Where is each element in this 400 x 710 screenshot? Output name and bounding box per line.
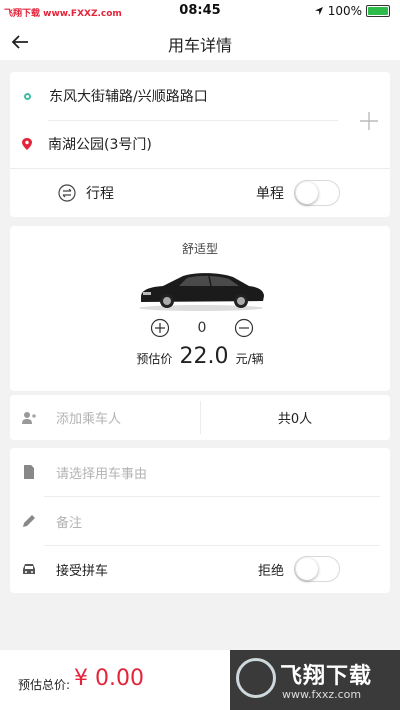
estimated-price: 预估价 22.0 元/辆 [10, 344, 390, 369]
total-value: ¥ 0.00 [74, 666, 144, 691]
note-placeholder: 备注 [56, 515, 83, 531]
start-point-icon [24, 92, 31, 100]
passenger-count: 共0人 [200, 395, 390, 440]
document-icon [24, 465, 34, 479]
reject-label: 拒绝 [257, 563, 284, 579]
carpool-toggle[interactable] [294, 556, 340, 582]
watermark-url: www.fxxz.com [282, 688, 362, 701]
one-way-toggle[interactable] [294, 180, 340, 206]
minus-circle-icon[interactable] [234, 318, 254, 338]
footer-bar: 预估总价: ¥ 0.00 飞翔下载 www.fxxz.com [0, 650, 400, 710]
divider [10, 168, 390, 169]
watermark-text: 飞翔下载 [280, 664, 373, 689]
navigation-bar: 用车详情 [0, 24, 400, 60]
trip-details-form: 请选择用车事由 备注 接受拼车 拒绝 [10, 448, 390, 593]
status-indicators: 100% [314, 4, 390, 18]
divider [48, 120, 338, 121]
car-type-card: 舒适型 0 预估价 22.0 元/辆 [10, 226, 390, 391]
add-passenger-row[interactable]: 添加乘车人 [10, 395, 200, 440]
swap-arrows-icon [58, 184, 76, 202]
quantity-value: 0 [197, 320, 207, 336]
watermark-logo [236, 658, 276, 698]
carpool-row: 接受拼车 拒绝 [10, 546, 390, 592]
passenger-card: 添加乘车人 共0人 [10, 395, 390, 440]
total-label: 预估总价: [18, 678, 71, 692]
end-address: 南湖公园(3号门) [48, 137, 152, 153]
note-row[interactable]: 备注 [10, 497, 390, 545]
submit-button[interactable]: 飞翔下载 www.fxxz.com [230, 650, 400, 710]
location-arrow-icon [314, 7, 323, 15]
quantity-stepper: 0 [150, 318, 254, 338]
passenger-count-text: 共0人 [277, 412, 313, 427]
start-address: 东风大街辅路/兴顺路路口 [49, 89, 208, 105]
trip-row: 行程 单程 [10, 176, 390, 210]
one-way-label: 单程 [256, 186, 284, 202]
map-pin-icon [22, 138, 32, 150]
start-address-row[interactable]: 东风大街辅路/兴顺路路口 [10, 84, 390, 108]
toggle-knob [296, 182, 318, 204]
car-image [139, 273, 264, 311]
price-label: 预估价 [136, 352, 173, 366]
reason-row[interactable]: 请选择用车事由 [10, 448, 390, 496]
page-title: 用车详情 [167, 36, 232, 55]
end-address-row[interactable]: 南湖公园(3号门) [10, 132, 390, 156]
status-bar: 飞翔下载 www.FXXZ.com 08:45 100% [0, 0, 400, 24]
car-icon [23, 564, 35, 574]
route-card: 东风大街辅路/兴顺路路口 南湖公园(3号门) 行程 单程 [10, 72, 390, 217]
toggle-knob [296, 558, 318, 580]
price-value: 22.0 [179, 344, 229, 369]
pencil-icon [23, 515, 35, 527]
battery-fill [368, 7, 388, 15]
carpool-label: 接受拼车 [56, 563, 109, 579]
price-unit: 元/辆 [235, 352, 264, 366]
person-add-icon [22, 411, 36, 424]
reason-placeholder: 请选择用车事由 [56, 466, 148, 482]
battery-icon [366, 5, 390, 17]
battery-percent: 100% [327, 4, 362, 18]
add-stop-plus-icon[interactable] [358, 110, 380, 132]
add-passenger-placeholder: 添加乘车人 [56, 412, 122, 427]
trip-label: 行程 [86, 186, 114, 202]
car-type-label: 舒适型 [181, 242, 218, 256]
plus-circle-icon[interactable] [150, 318, 170, 338]
